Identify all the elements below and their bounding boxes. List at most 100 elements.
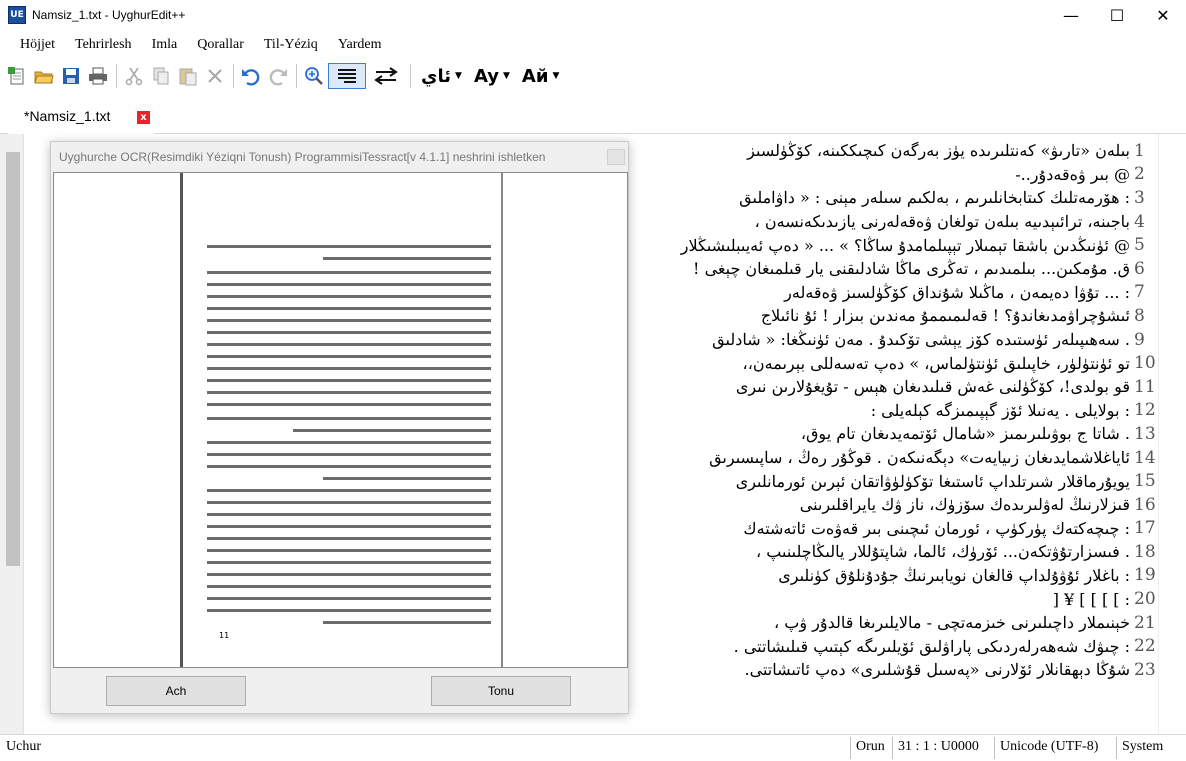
scanned-text-line xyxy=(207,597,491,600)
scanned-page-preview: 11 xyxy=(53,172,628,668)
scanned-text-line xyxy=(207,609,491,612)
cut-icon[interactable] xyxy=(121,63,147,89)
line-text[interactable]: : چىۋك شەھەرلەردىكى پاراۋلىق ئۆيلىرىگە ك… xyxy=(734,637,1134,656)
font-dropdown[interactable]: Ay ▼ xyxy=(474,66,510,87)
line-text[interactable]: : باغلار ئۇۋۇلداپ قالغان نويابىرنىڭ جۇدۇ… xyxy=(778,566,1134,585)
line-text[interactable]: . شاتا ج بوۋىلىرىمىز «شامال ئۆتمەيدىغان … xyxy=(801,424,1134,443)
line-text[interactable]: يويۇرماقلار شىرتلداپ ئاستىغا تۆكۈلۈۋاتقا… xyxy=(736,472,1134,491)
tab-strip: *Namsiz_1.txt x xyxy=(0,96,1186,134)
menu-file[interactable]: Höjjet xyxy=(0,34,65,56)
line-text[interactable]: @ ئۈنىڭدىن باشقا تېمىلار تېپىلمامدۇ ساڭا… xyxy=(681,236,1134,255)
scanned-text-line xyxy=(207,489,491,492)
status-message: Uchur xyxy=(6,739,41,754)
line-text[interactable]: شۇڭا دېھقانلار ئۆلارنى «پەسىل قۇشلىرى» د… xyxy=(745,660,1134,679)
line-number: 7 xyxy=(1134,282,1145,303)
chevron-down-icon: ▼ xyxy=(552,71,560,81)
print-icon[interactable] xyxy=(85,63,111,89)
menu-edit[interactable]: Tehrirlesh xyxy=(65,34,142,56)
line-number: 10 xyxy=(1134,353,1156,374)
scanned-text-line xyxy=(207,537,491,540)
menu-language[interactable]: Til-Yéziq xyxy=(254,34,328,56)
status-divider xyxy=(994,737,995,759)
line-number: 12 xyxy=(1134,400,1156,421)
line-number: 11 xyxy=(1134,376,1156,397)
scanned-text-line xyxy=(207,307,491,310)
cursor-position: 31 : 1 : U0000 xyxy=(898,739,979,754)
scanned-text-line xyxy=(323,621,491,624)
scanned-text-line xyxy=(207,245,491,248)
line-text[interactable]: بىلەن «تارىۋ» كەنتلىرىدە يۈز بەرگەن كىچى… xyxy=(747,141,1134,160)
line-number: 2 xyxy=(1134,164,1145,185)
script-dropdown[interactable]: ئاي ▼ xyxy=(421,66,462,87)
paste-icon[interactable] xyxy=(175,63,201,89)
scanned-text-line xyxy=(207,549,491,552)
maximize-button[interactable]: ☐ xyxy=(1094,0,1140,30)
word-wrap-icon[interactable] xyxy=(328,63,366,89)
line-text[interactable]: تو ئۈنتۈلۈر، خاپىلىق ئۈنتۈلماس، » دەپ تە… xyxy=(743,354,1134,373)
window-title: Namsiz_1.txt - UyghurEdit++ xyxy=(32,8,186,22)
encoding-indicator[interactable]: Unicode (UTF-8) xyxy=(1000,739,1098,755)
line-text[interactable]: : چىچەكتەك پۈركۈپ ، ئورمان ئىچىنى بىر قە… xyxy=(743,519,1134,538)
scanned-text-line xyxy=(323,257,491,260)
delete-icon[interactable] xyxy=(202,63,228,89)
line-text[interactable]: : ] ] ] ] ¥ [ xyxy=(1053,590,1134,609)
line-ending-indicator[interactable]: System xyxy=(1122,739,1163,755)
line-text[interactable]: ق. مۇمكىن... بىلمىدىم ، تەڭرى ماڭا شادلى… xyxy=(693,259,1134,278)
app-logo-icon: UE xyxy=(8,6,26,24)
line-text[interactable]: : ... تۇۋا دەيمەن ، ماڭىلا شۇنداق كۆڭۈلس… xyxy=(784,283,1134,302)
position-label: Orun xyxy=(856,739,885,754)
line-number: 23 xyxy=(1134,659,1156,680)
line-text[interactable]: : ھۆرمەتلىك كىتابخانلىرىم ، بەلكىم سىلەر… xyxy=(739,188,1134,207)
line-text[interactable]: . فىسزارتۇۋتكەن... ئۆرۈك، ئالما، شاپتۇلل… xyxy=(756,542,1134,561)
menu-help[interactable]: Yardem xyxy=(328,34,392,56)
scanned-text-line xyxy=(207,295,491,298)
scanned-text-line xyxy=(207,465,491,468)
line-text[interactable]: . سەھىپىلەر ئۈستىدە كۆز يېشى تۆكىدۇ . مە… xyxy=(712,330,1134,349)
line-text[interactable]: قو بولدى!، كۆڭۈلنى غەش قىلىدىغان ھېس - ت… xyxy=(736,377,1134,396)
scanned-text-line xyxy=(207,441,491,444)
scanned-text-line xyxy=(207,379,491,382)
case-dropdown[interactable]: Aй ▼ xyxy=(522,66,559,87)
new-file-icon[interactable] xyxy=(4,63,30,89)
save-icon[interactable] xyxy=(58,63,84,89)
status-bar: Uchur Orun 31 : 1 : U0000 Unicode (UTF-8… xyxy=(0,734,1186,761)
scanned-text-line xyxy=(207,283,491,286)
line-text[interactable]: باجىنە، ترائىېدىيە بىلەن تولغان ۋەقەلەرن… xyxy=(755,212,1134,231)
open-image-button[interactable]: Ach xyxy=(106,676,246,706)
line-text[interactable]: ئىشۇچراۋمدىغاندۇ؟ ! قەلىمىممۇ مەندىن بىز… xyxy=(761,306,1134,325)
direction-icon[interactable] xyxy=(367,63,405,89)
minimize-button[interactable]: — xyxy=(1048,0,1094,30)
close-tab-icon[interactable]: x xyxy=(137,111,150,124)
line-number: 22 xyxy=(1134,636,1156,657)
line-number: 19 xyxy=(1134,565,1156,586)
copy-icon[interactable] xyxy=(148,63,174,89)
menu-bar: Höjjet Tehrirlesh Imla Qorallar Til-Yézi… xyxy=(0,34,392,56)
zoom-icon[interactable] xyxy=(301,63,327,89)
menu-tools[interactable]: Qorallar xyxy=(187,34,254,56)
line-text[interactable]: ئاياغلاشمايدىغان زىيايەت» دېگەنىكەن . قو… xyxy=(709,448,1134,467)
scanned-text-line xyxy=(207,573,491,576)
line-number: 20 xyxy=(1134,589,1156,610)
title-bar: UE Namsiz_1.txt - UyghurEdit++ — ☐ ✕ xyxy=(0,0,1186,30)
dialog-title: Uyghurche OCR(Resimdiki Yéziqni Tonush) … xyxy=(59,150,546,164)
line-text[interactable]: قىزلارنىڭ لەۋلىرىدەك سۆزۈك، ناز ۋك يايرا… xyxy=(800,495,1134,514)
scanned-text-line xyxy=(207,331,491,334)
redo-icon[interactable] xyxy=(265,63,291,89)
scanned-text-line xyxy=(323,477,491,480)
line-number: 8 xyxy=(1134,305,1145,326)
undo-icon[interactable] xyxy=(238,63,264,89)
tab-namsiz-1[interactable]: *Namsiz_1.txt x xyxy=(8,100,154,134)
line-text[interactable]: خېنىملار داچىلىرنى خىزمەتچى - مالايلىرىغ… xyxy=(774,613,1134,632)
dialog-close-button[interactable] xyxy=(607,149,625,165)
scanned-text-line xyxy=(207,513,491,516)
open-folder-icon[interactable] xyxy=(31,63,57,89)
recognize-button[interactable]: Tonu xyxy=(431,676,571,706)
line-number: 13 xyxy=(1134,423,1156,444)
menu-spelling[interactable]: Imla xyxy=(142,34,188,56)
status-divider xyxy=(1116,737,1117,759)
line-text[interactable]: @ بىر ۋەقەدۇر..- xyxy=(1015,165,1134,184)
close-window-button[interactable]: ✕ xyxy=(1140,0,1186,30)
line-text[interactable]: : بولايلى . يەنىلا ئۆز گېپىمىزگە كېلەيلى… xyxy=(871,401,1134,420)
scanned-text-line xyxy=(207,525,491,528)
line-number: 3 xyxy=(1134,187,1145,208)
